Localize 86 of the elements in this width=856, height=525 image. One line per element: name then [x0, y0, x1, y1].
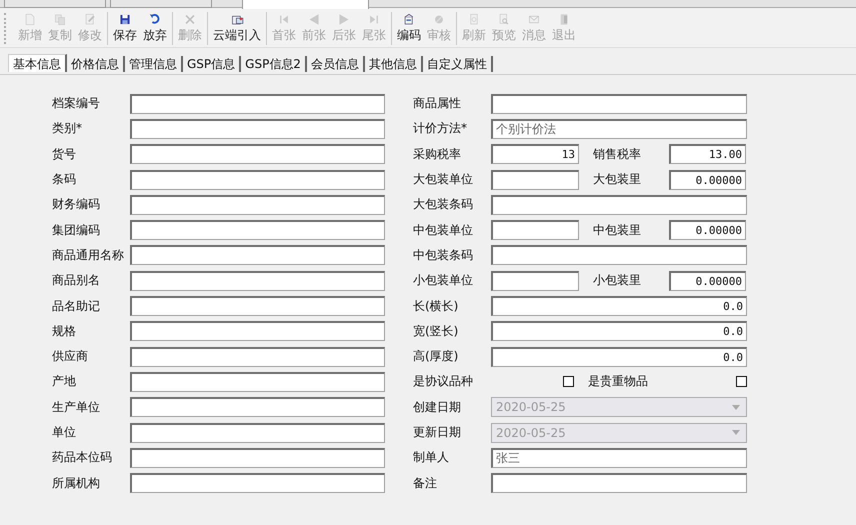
input-field[interactable] [130, 220, 385, 240]
caret-icon [732, 404, 740, 410]
field-label: 商品通用名称 [52, 246, 125, 264]
tab[interactable]: 价格信息 [67, 56, 125, 72]
toolbar-button[interactable]: 编码 [394, 12, 424, 45]
field-label: 大包装里 [593, 171, 642, 188]
field-label: 是贵重物品 [588, 373, 649, 390]
field-label: 小包装单位 [413, 272, 474, 290]
tab[interactable]: GSP信息 [183, 56, 242, 72]
field-label: 销售税率 [593, 146, 642, 163]
tab[interactable]: 自定义属性 [422, 56, 493, 72]
input-field[interactable] [130, 94, 385, 114]
field-label: 规格 [52, 322, 77, 340]
field-label: 采购税率 [413, 146, 462, 163]
input-field[interactable]: 0.0 [491, 296, 747, 316]
field-label: 条码 [52, 171, 77, 188]
input-field[interactable] [491, 270, 579, 291]
input-field[interactable]: 0.0 [491, 346, 747, 367]
field-label: 所属机构 [52, 474, 101, 492]
input-field[interactable] [491, 94, 747, 114]
input-field[interactable]: 13.00 [669, 144, 746, 164]
field-label: 长(横长) [413, 298, 460, 315]
input-field[interactable] [130, 397, 385, 418]
input-field[interactable]: 0.00000 [669, 220, 746, 240]
input-field[interactable] [130, 194, 385, 215]
input-field[interactable]: 0.00000 [669, 170, 746, 190]
field-label: 大包装单位 [413, 171, 474, 188]
tab[interactable]: 基本信息 [8, 54, 67, 72]
field-label: 档案编号 [52, 95, 101, 112]
caret-icon [732, 430, 740, 435]
input-field[interactable] [130, 296, 385, 316]
input-field[interactable] [130, 321, 385, 342]
input-field[interactable] [130, 118, 385, 139]
field-label: 集团编码 [52, 222, 101, 239]
input-field[interactable]: 个别计价法 [491, 118, 747, 139]
field-label: 高(厚度) [413, 348, 460, 366]
input-field[interactable] [491, 220, 579, 240]
field-label: 供应商 [52, 348, 89, 366]
field-label: 大包装条码 [413, 196, 474, 214]
toolbar-button[interactable]: 云端引入 [210, 12, 264, 45]
tab[interactable]: 管理信息 [125, 56, 183, 72]
input-field[interactable] [130, 170, 385, 190]
field-label: 类别* [52, 120, 83, 138]
tab[interactable]: GSP信息2 [241, 56, 307, 72]
field-label: 中包装里 [593, 222, 642, 239]
field-label: 创建日期 [413, 398, 462, 416]
input-field[interactable] [130, 473, 385, 494]
field-label: 中包装单位 [413, 222, 474, 239]
input-field[interactable] [491, 245, 747, 266]
field-label: 中包装条码 [413, 246, 474, 264]
field-label: 货号 [52, 146, 77, 163]
tab[interactable]: 其他信息 [364, 56, 423, 72]
field-label: 财务编码 [52, 196, 101, 214]
field-label: 小包装里 [593, 272, 642, 290]
checkbox[interactable] [736, 376, 747, 388]
input-field[interactable] [130, 372, 385, 392]
field-label: 商品属性 [413, 95, 462, 112]
field-label: 是协议品种 [413, 373, 474, 390]
field-label: 生产单位 [52, 398, 101, 416]
tab[interactable]: 会员信息 [306, 56, 365, 72]
toolbar-button[interactable]: 保存 [110, 12, 140, 45]
field-label: 更新日期 [413, 424, 462, 441]
input-field[interactable] [491, 170, 579, 190]
field-label: 产地 [52, 373, 77, 390]
input-field[interactable]: 13 [491, 144, 579, 164]
input-field[interactable]: 0.00000 [669, 270, 746, 291]
input-field[interactable]: 张三 [491, 448, 747, 468]
input-field[interactable]: 0.0 [491, 321, 747, 342]
input-field[interactable] [130, 346, 385, 367]
input-field[interactable] [491, 473, 747, 494]
input-field[interactable] [130, 422, 385, 442]
field-label: 品名助记 [52, 298, 101, 315]
input-field[interactable] [130, 144, 385, 164]
field-label: 备注 [413, 474, 438, 492]
field-label: 宽(竖长) [413, 322, 460, 340]
field-label: 单位 [52, 424, 77, 441]
checkbox[interactable] [563, 376, 574, 388]
field-label: 计价方法* [413, 120, 468, 138]
toolbar-button[interactable]: 放弃 [140, 12, 170, 45]
field-label: 药品本位码 [52, 449, 113, 466]
input-field[interactable] [491, 194, 747, 215]
input-field[interactable] [130, 270, 385, 291]
field-label: 制单人 [413, 449, 450, 466]
input-field[interactable] [130, 245, 385, 266]
field-label: 商品别名 [52, 272, 101, 290]
input-field[interactable] [130, 448, 385, 468]
